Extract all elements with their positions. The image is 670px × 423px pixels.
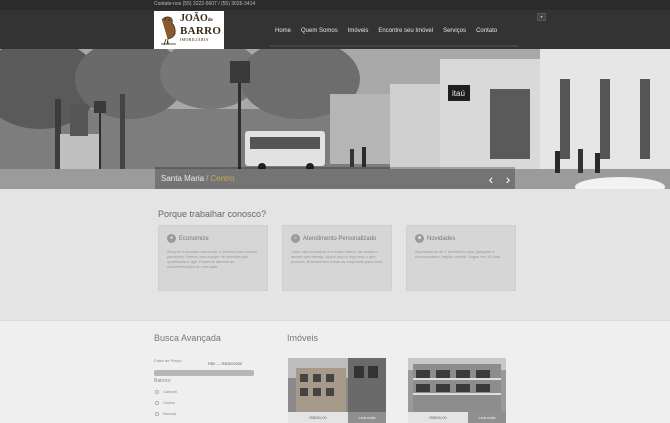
contact-text: Contate-nos (55) 3222-5607 / (55) 3026-3… bbox=[154, 1, 256, 7]
property-price: R$900,00 bbox=[408, 412, 468, 423]
site-logo[interactable]: JOÃOde BARRO IMOBILIÁRIA bbox=[154, 11, 224, 49]
hero-caption: Santa Maria / Centro bbox=[161, 174, 234, 183]
search-icon: ⌕ bbox=[291, 234, 300, 243]
nav-quem-somos[interactable]: Quem Somos bbox=[296, 28, 343, 38]
hero-city-photo: itaú bbox=[0, 49, 670, 189]
contact-bar: Contate-nos (55) 3222-5607 / (55) 3026-3… bbox=[0, 0, 670, 10]
price-range: R$0 — R$3000000 bbox=[208, 361, 243, 366]
bairro-label: Camobi bbox=[163, 389, 177, 394]
nav-encontre-imovel[interactable]: Encontre seu Imóvel bbox=[373, 28, 438, 38]
chevron-left-icon[interactable]: ‹ bbox=[485, 170, 497, 188]
bairro-option[interactable]: Centro bbox=[155, 400, 175, 405]
hero-slider: itaú bbox=[0, 49, 670, 189]
property-card[interactable]: R$900,00 Leia mais bbox=[408, 358, 506, 423]
hero-district: Centro bbox=[210, 174, 235, 183]
radio-icon[interactable] bbox=[155, 400, 159, 405]
piggy-icon: ● bbox=[167, 234, 176, 243]
property-card[interactable]: R$560,00 Leia mais bbox=[288, 358, 386, 423]
logo-line1-small: de bbox=[207, 18, 213, 23]
card-economize[interactable]: ● Economize Sempre buscando encontrar o m… bbox=[158, 225, 268, 291]
card-body: Sempre buscando encontrar o melhor para … bbox=[167, 249, 258, 269]
price-slider-fill[interactable] bbox=[154, 370, 254, 376]
radio-icon[interactable] bbox=[155, 411, 159, 416]
card-novidades[interactable]: ■ Novidades Apartamento de 1 dormitório c… bbox=[406, 225, 516, 291]
price-slider[interactable] bbox=[154, 370, 254, 376]
nav-servicos[interactable]: Serviços bbox=[438, 28, 471, 38]
imoveis-title: Imóveis bbox=[287, 333, 319, 343]
nav-contato[interactable]: Contato bbox=[471, 28, 502, 38]
read-more-button[interactable]: Leia mais bbox=[468, 412, 506, 423]
read-more-button[interactable]: Leia mais bbox=[348, 412, 386, 423]
bairro-option[interactable]: Nonoai bbox=[155, 411, 176, 416]
nav-divider bbox=[270, 45, 518, 47]
price-label: Faixa de Preço: bbox=[154, 358, 183, 363]
bairro-option[interactable]: Camobi bbox=[155, 389, 177, 394]
card-atendimento[interactable]: ⌕ Atendimento Personalizado Caso não enco… bbox=[282, 225, 392, 291]
itau-sign: itaú bbox=[452, 89, 465, 98]
why-title: Porque trabalhar conosco? bbox=[158, 209, 267, 219]
bairros-label: Bairros: bbox=[154, 378, 172, 384]
card-title: Economize bbox=[179, 236, 209, 243]
card-title: Novidades bbox=[427, 236, 456, 243]
menu-toggle-icon[interactable]: ▾ bbox=[537, 13, 546, 21]
nav-imoveis[interactable]: Imóveis bbox=[343, 28, 374, 38]
bairro-label: Nonoai bbox=[163, 411, 176, 416]
card-title: Atendimento Personalizado bbox=[303, 236, 377, 243]
nav-home[interactable]: Home bbox=[270, 28, 296, 38]
logo-line2: BARRO bbox=[180, 25, 222, 37]
news-icon: ■ bbox=[415, 234, 424, 243]
main-nav: Home Quem Somos Imóveis Encontre seu Imó… bbox=[270, 28, 502, 38]
card-body: Apartamento de 1 dormitório com garagem … bbox=[415, 249, 501, 259]
bairro-label: Centro bbox=[163, 400, 176, 405]
chevron-right-icon[interactable]: › bbox=[502, 170, 514, 188]
radio-icon[interactable] bbox=[155, 389, 159, 394]
logo-line3: IMOBILIÁRIA bbox=[180, 37, 209, 42]
card-body: Caso não encontrar em nosso banco de dad… bbox=[291, 249, 384, 264]
property-price: R$560,00 bbox=[288, 412, 348, 423]
hero-city: Santa Maria bbox=[161, 174, 205, 183]
logo-line1: JOÃO bbox=[180, 13, 208, 24]
bird-logo-icon bbox=[161, 16, 176, 46]
busca-title: Busca Avançada bbox=[154, 333, 221, 343]
